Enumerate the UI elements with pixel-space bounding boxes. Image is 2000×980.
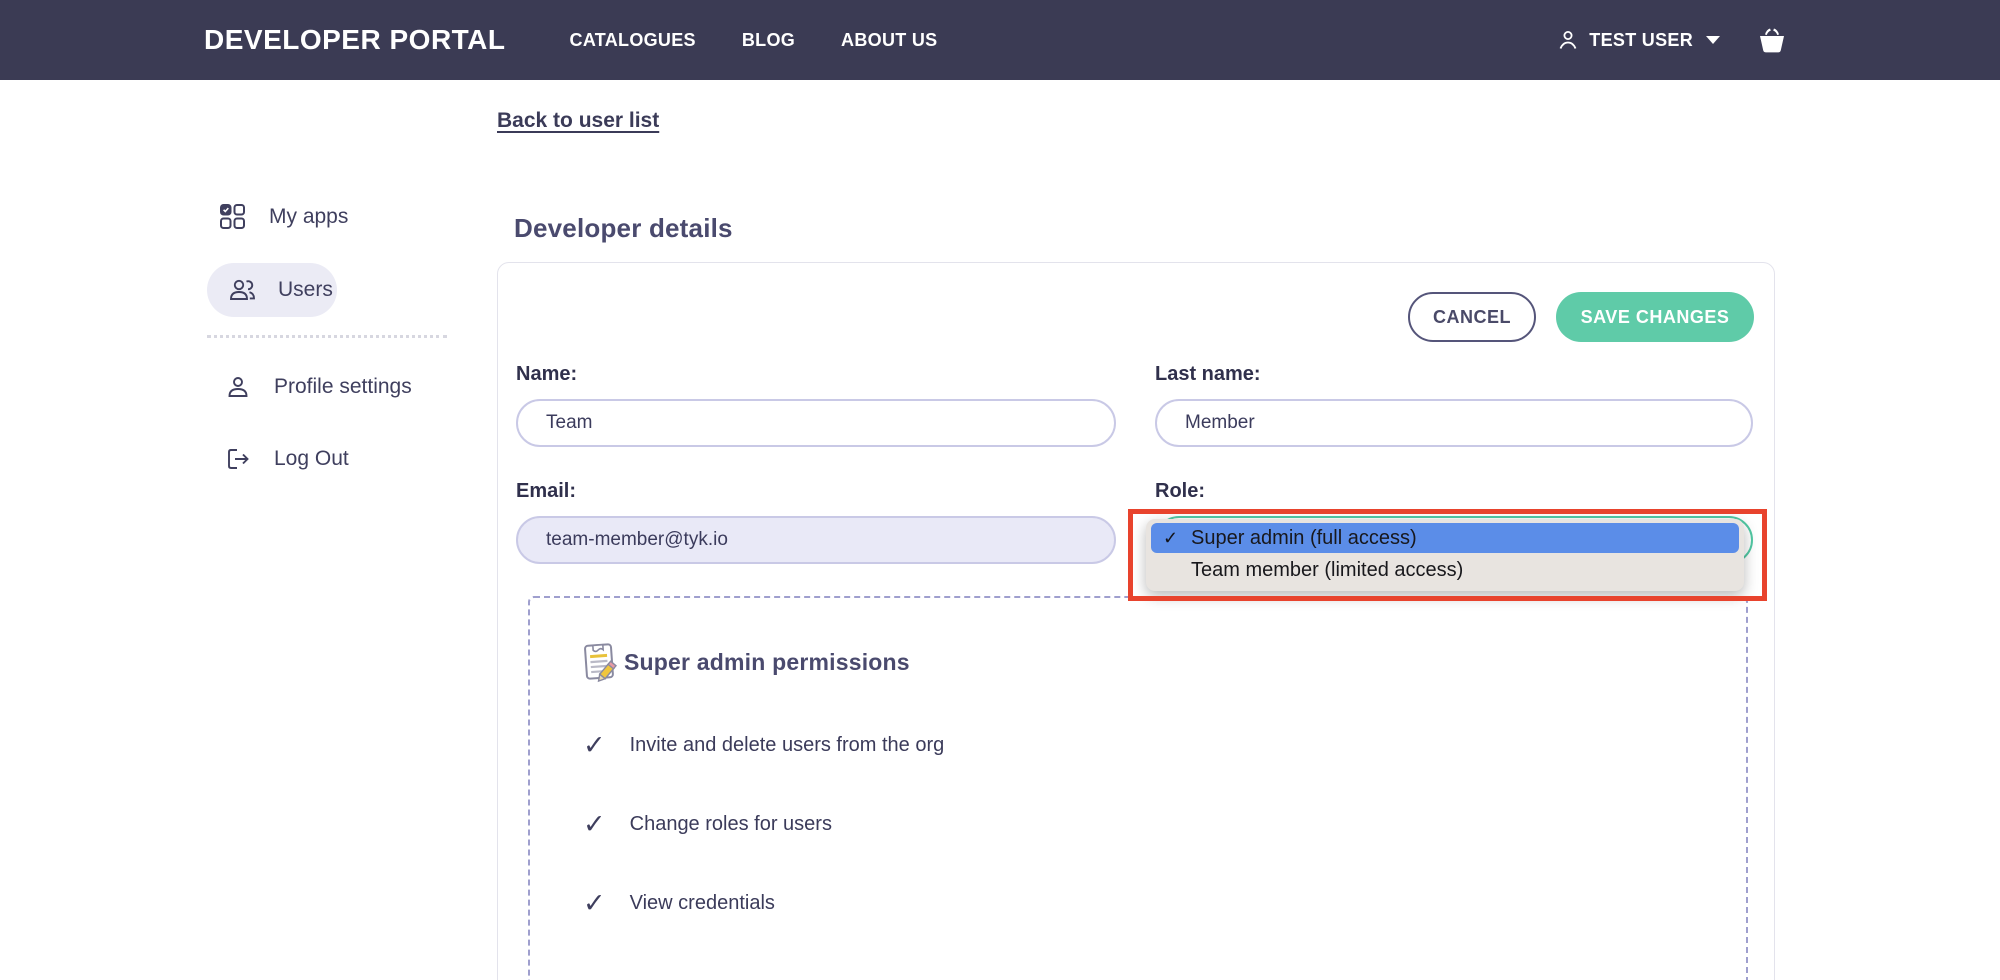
sidebar-item-log-out[interactable]: Log Out	[225, 446, 349, 472]
permission-item: ✓ View credentials	[583, 890, 775, 917]
save-changes-button[interactable]: SAVE CHANGES	[1556, 292, 1754, 342]
person-icon	[225, 374, 251, 400]
check-icon: ✓	[583, 732, 606, 759]
permission-item: ✓ Change roles for users	[583, 811, 832, 838]
last-name-input[interactable]	[1155, 399, 1753, 447]
email-label: Email:	[516, 480, 576, 503]
permission-item-label: Invite and delete users from the org	[630, 734, 945, 757]
check-icon: ✓	[583, 890, 606, 917]
permissions-header: Super admin permissions	[579, 640, 910, 684]
navbar-right: TEST USER	[1556, 25, 1788, 55]
nav-link-about-us[interactable]: ABOUT US	[841, 30, 937, 51]
nav-link-blog[interactable]: BLOG	[742, 30, 795, 51]
name-input[interactable]	[516, 399, 1116, 447]
chevron-down-icon	[1706, 36, 1720, 44]
cart-icon[interactable]	[1756, 25, 1788, 55]
name-label: Name:	[516, 363, 577, 386]
permissions-panel: Super admin permissions ✓ Invite and del…	[528, 596, 1748, 980]
sidebar-divider	[207, 335, 447, 338]
developer-portal-page: DEVELOPER PORTAL CATALOGUES BLOG ABOUT U…	[0, 0, 2000, 980]
sidebar-item-users[interactable]: Users	[207, 263, 337, 317]
sidebar-item-my-apps[interactable]: My apps	[219, 203, 348, 230]
sidebar-item-label: Log Out	[274, 447, 349, 471]
portal-logo[interactable]: DEVELOPER PORTAL	[204, 24, 506, 56]
user-menu-label: TEST USER	[1589, 30, 1693, 51]
page-title: Developer details	[514, 213, 733, 244]
back-to-user-list-link[interactable]: Back to user list	[497, 109, 659, 133]
permission-item-label: View credentials	[630, 892, 775, 915]
permission-item: ✓ Invite and delete users from the org	[583, 732, 944, 759]
role-label: Role:	[1155, 480, 1205, 503]
role-option-label: Team member (limited access)	[1191, 559, 1463, 582]
permission-item-label: Change roles for users	[630, 813, 832, 836]
person-icon	[1556, 28, 1580, 52]
sidebar-item-label: Users	[278, 278, 333, 302]
sidebar-item-label: Profile settings	[274, 375, 412, 399]
permissions-title: Super admin permissions	[624, 649, 910, 676]
sidebar-item-label: My apps	[269, 205, 348, 229]
top-navbar: DEVELOPER PORTAL CATALOGUES BLOG ABOUT U…	[0, 0, 2000, 80]
user-menu[interactable]: TEST USER	[1556, 28, 1720, 52]
last-name-label: Last name:	[1155, 363, 1261, 386]
email-input[interactable]	[516, 516, 1116, 564]
logout-icon	[225, 446, 251, 472]
sidebar-item-profile-settings[interactable]: Profile settings	[225, 374, 412, 400]
nav-link-catalogues[interactable]: CATALOGUES	[570, 30, 696, 51]
role-option-label: Super admin (full access)	[1191, 527, 1417, 550]
role-dropdown-menu: ✓ Super admin (full access) Team member …	[1146, 519, 1744, 591]
memo-pencil-icon	[579, 640, 621, 684]
check-icon: ✓	[583, 811, 606, 838]
apps-grid-icon	[219, 203, 246, 230]
role-option-team-member[interactable]: Team member (limited access)	[1151, 555, 1739, 585]
check-icon: ✓	[1163, 528, 1191, 549]
users-icon	[228, 277, 256, 303]
cancel-button[interactable]: CANCEL	[1408, 292, 1536, 342]
nav-links: CATALOGUES BLOG ABOUT US	[570, 30, 938, 51]
role-option-super-admin[interactable]: ✓ Super admin (full access)	[1151, 523, 1739, 553]
developer-details-card: CANCEL SAVE CHANGES Name: Last name: Ema…	[497, 262, 1775, 980]
